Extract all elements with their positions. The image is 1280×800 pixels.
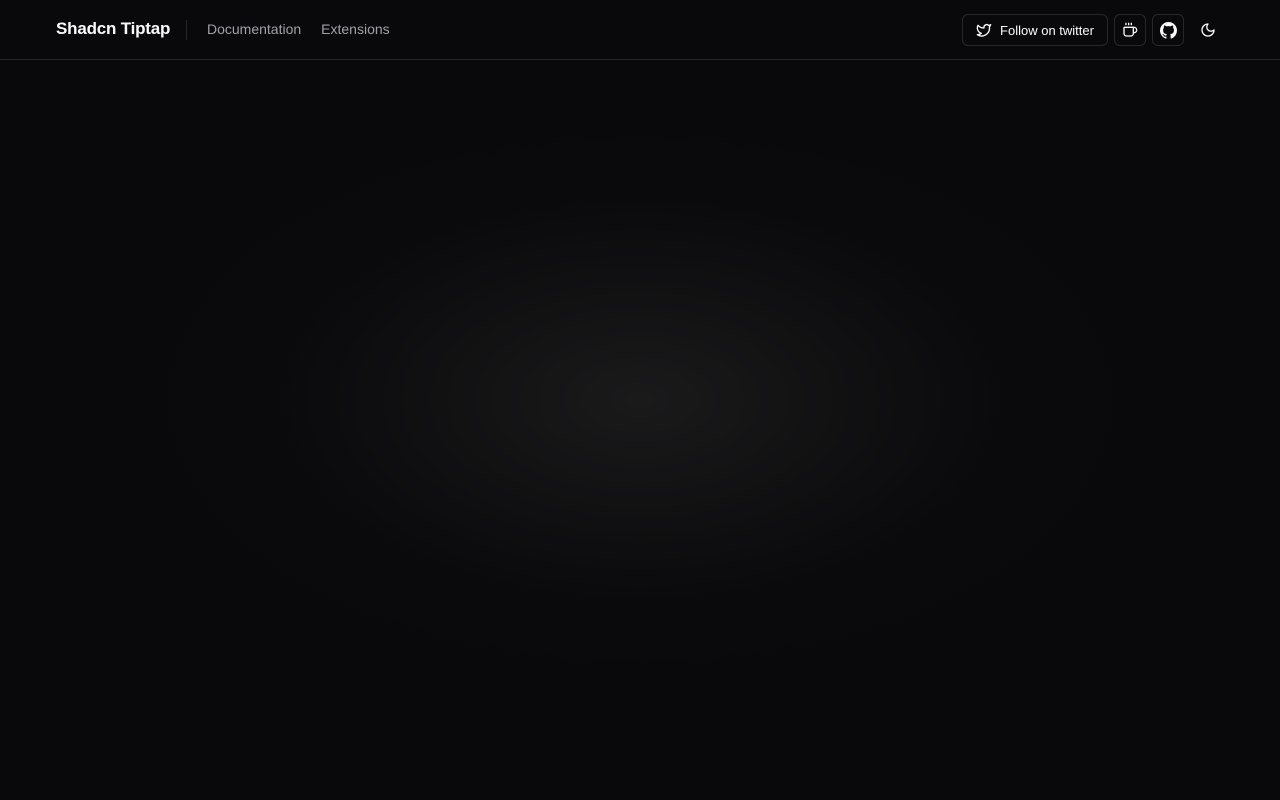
coffee-icon (1122, 22, 1138, 38)
buy-coffee-button[interactable] (1114, 14, 1146, 46)
moon-icon (1200, 22, 1216, 38)
nav-link-extensions[interactable]: Extensions (321, 21, 389, 37)
follow-twitter-button[interactable]: Follow on twitter (962, 14, 1108, 46)
theme-toggle-button[interactable] (1192, 14, 1224, 46)
github-button[interactable] (1152, 14, 1184, 46)
follow-twitter-label: Follow on twitter (1000, 22, 1094, 38)
twitter-icon (976, 22, 992, 38)
header-actions: Follow on twitter (962, 14, 1224, 46)
background-glow (140, 120, 1140, 680)
github-icon (1159, 21, 1177, 39)
brand-logo-link[interactable]: Shadcn Tiptap (56, 19, 170, 39)
header-divider (186, 20, 187, 40)
page: Shadcn Tiptap Documentation Extensions F… (0, 0, 1280, 800)
main-nav: Documentation Extensions (207, 21, 390, 37)
site-header: Shadcn Tiptap Documentation Extensions F… (0, 0, 1280, 60)
nav-link-documentation[interactable]: Documentation (207, 21, 301, 37)
